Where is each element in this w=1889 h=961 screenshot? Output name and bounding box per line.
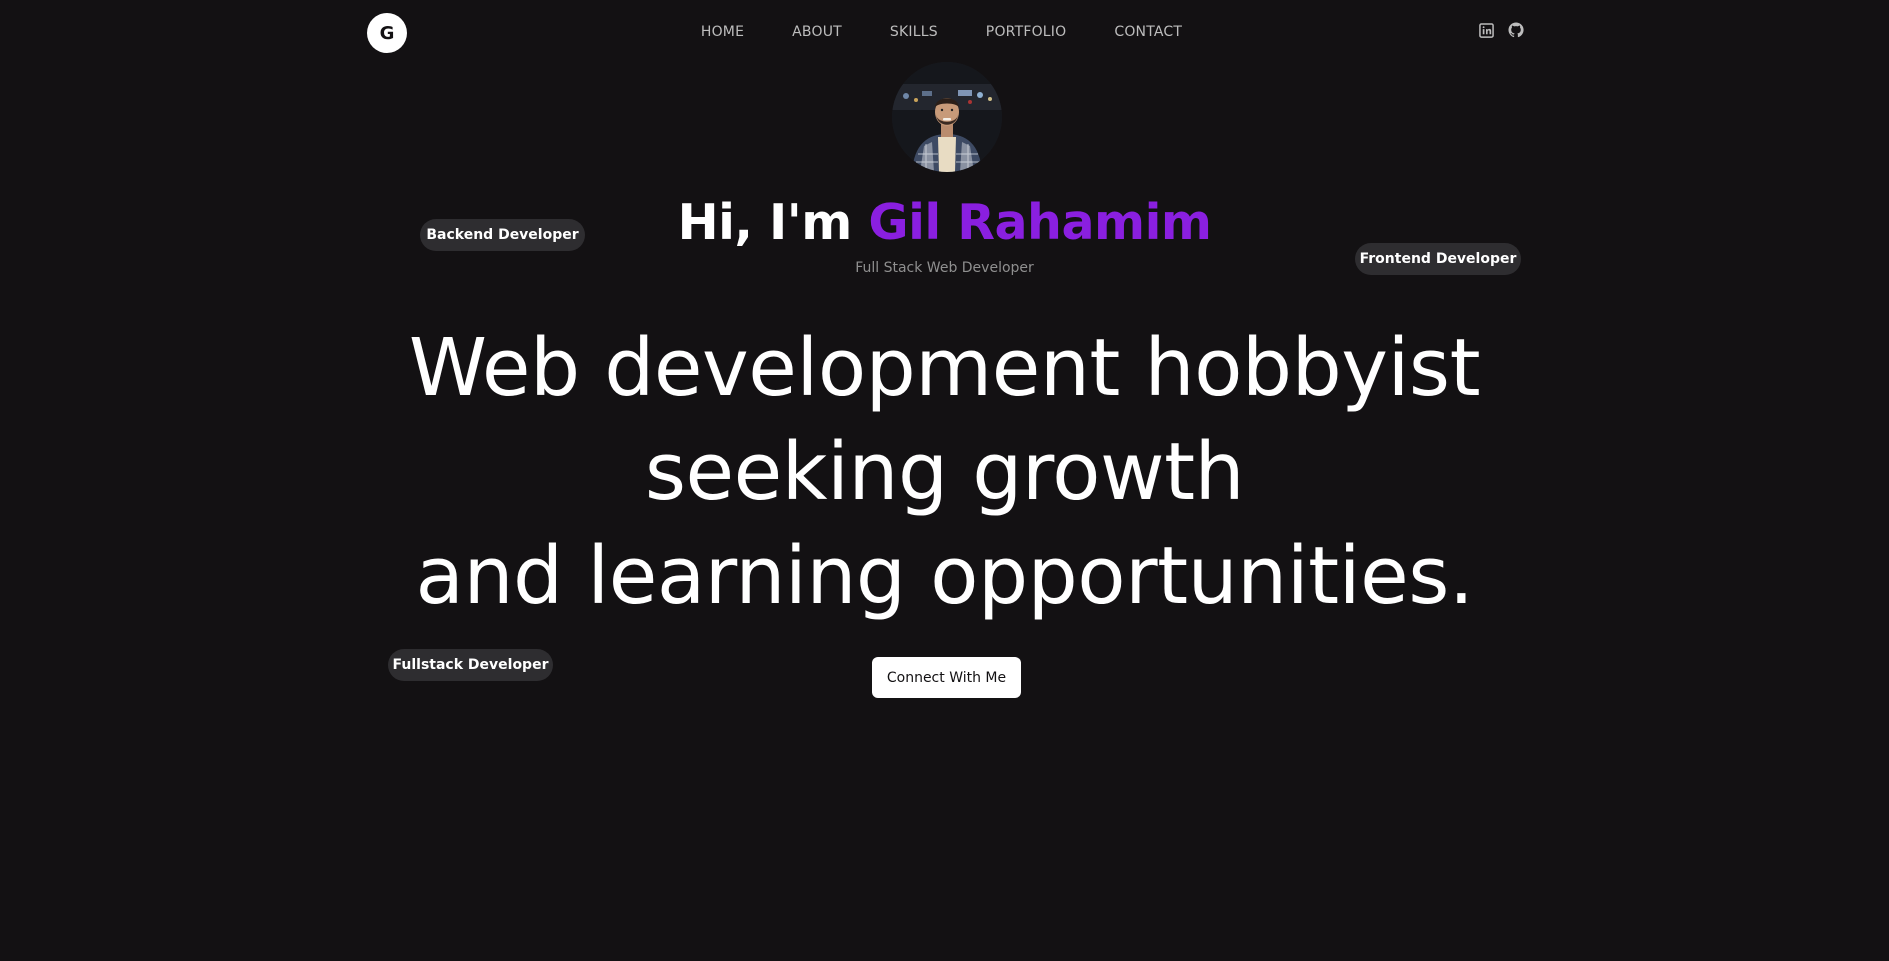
- linkedin-icon[interactable]: [1478, 22, 1494, 38]
- nav-item-portfolio[interactable]: PORTFOLIO: [962, 24, 1091, 40]
- badge-fullstack-developer: Fullstack Developer: [388, 649, 553, 681]
- main-nav: HOME ABOUT SKILLS PORTFOLIO CONTACT: [0, 24, 1889, 40]
- headline-line-3: and learning opportunities.: [415, 530, 1474, 622]
- social-links: [1478, 22, 1524, 38]
- badge-frontend-developer: Frontend Developer: [1355, 243, 1521, 275]
- hero-headline: Web development hobbyist seeking growth …: [0, 316, 1889, 628]
- nav-item-about[interactable]: ABOUT: [768, 24, 866, 40]
- greeting-prefix: Hi, I'm: [677, 194, 869, 251]
- nav-item-home[interactable]: HOME: [677, 24, 768, 40]
- headline-line-2: seeking growth: [644, 426, 1245, 518]
- hero-name: Gil Rahamim: [868, 194, 1212, 251]
- github-icon[interactable]: [1508, 22, 1524, 38]
- hero-subtitle: Full Stack Web Developer: [855, 260, 1034, 276]
- nav-item-skills[interactable]: SKILLS: [866, 24, 962, 40]
- connect-with-me-button[interactable]: Connect With Me: [872, 657, 1021, 698]
- hero-greeting: Hi, I'm Gil Rahamim: [0, 193, 1889, 253]
- headline-line-1: Web development hobbyist: [408, 322, 1481, 414]
- page: G HOME ABOUT SKILLS PORTFOLIO CONTACT Hi…: [0, 0, 1889, 961]
- badge-backend-developer: Backend Developer: [420, 219, 585, 251]
- avatar: [892, 62, 1002, 172]
- nav-item-contact[interactable]: CONTACT: [1090, 24, 1206, 40]
